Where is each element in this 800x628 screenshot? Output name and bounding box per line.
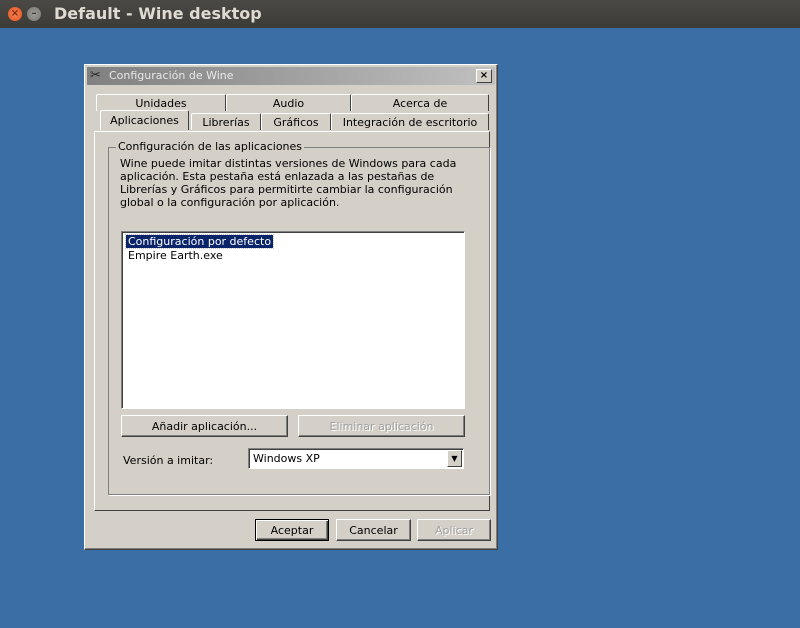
dialog-titlebar[interactable]: ✂ Configuración de Wine ×: [87, 67, 495, 85]
wine-glass-icon: ✂: [90, 68, 101, 83]
windows-version-select[interactable]: Windows XP ▼: [248, 448, 464, 469]
close-icon[interactable]: ×: [8, 7, 22, 21]
list-item-empire-earth[interactable]: Empire Earth.exe: [126, 249, 225, 262]
version-value: Windows XP: [253, 452, 320, 465]
apply-button[interactable]: Aplicar: [417, 519, 491, 541]
chevron-down-icon[interactable]: ▼: [447, 450, 462, 467]
wine-config-dialog: ✂ Configuración de Wine × Unidades Audio…: [84, 64, 498, 550]
tab-graficos[interactable]: Gráficos: [261, 113, 331, 130]
list-item-default[interactable]: Configuración por defecto: [124, 234, 275, 249]
tab-integracion-escritorio[interactable]: Integración de escritorio: [331, 113, 489, 130]
cancel-button[interactable]: Cancelar: [336, 519, 411, 541]
dialog-close-button[interactable]: ×: [476, 69, 492, 83]
add-application-button[interactable]: Añadir aplicación...: [121, 415, 288, 437]
minimize-icon[interactable]: –: [27, 7, 41, 21]
tab-acerca-de[interactable]: Acerca de: [351, 94, 489, 111]
tab-aplicaciones[interactable]: Aplicaciones: [100, 110, 189, 130]
tab-unidades[interactable]: Unidades: [96, 94, 226, 111]
outer-titlebar: × – Default - Wine desktop: [0, 0, 800, 28]
application-list[interactable]: Configuración por defecto Empire Earth.e…: [121, 231, 465, 409]
ok-button[interactable]: Aceptar: [255, 519, 329, 541]
remove-application-button[interactable]: Eliminar aplicación: [298, 415, 465, 437]
dialog-title: Configuración de Wine: [109, 69, 234, 82]
group-label: Configuración de las aplicaciones: [116, 140, 305, 153]
description-text: Wine puede imitar distintas versiones de…: [120, 157, 457, 209]
window-title: Default - Wine desktop: [54, 4, 262, 23]
tab-audio[interactable]: Audio: [226, 94, 351, 111]
tab-librerias[interactable]: Librerías: [191, 113, 261, 130]
version-label: Versión a imitar:: [123, 454, 214, 467]
